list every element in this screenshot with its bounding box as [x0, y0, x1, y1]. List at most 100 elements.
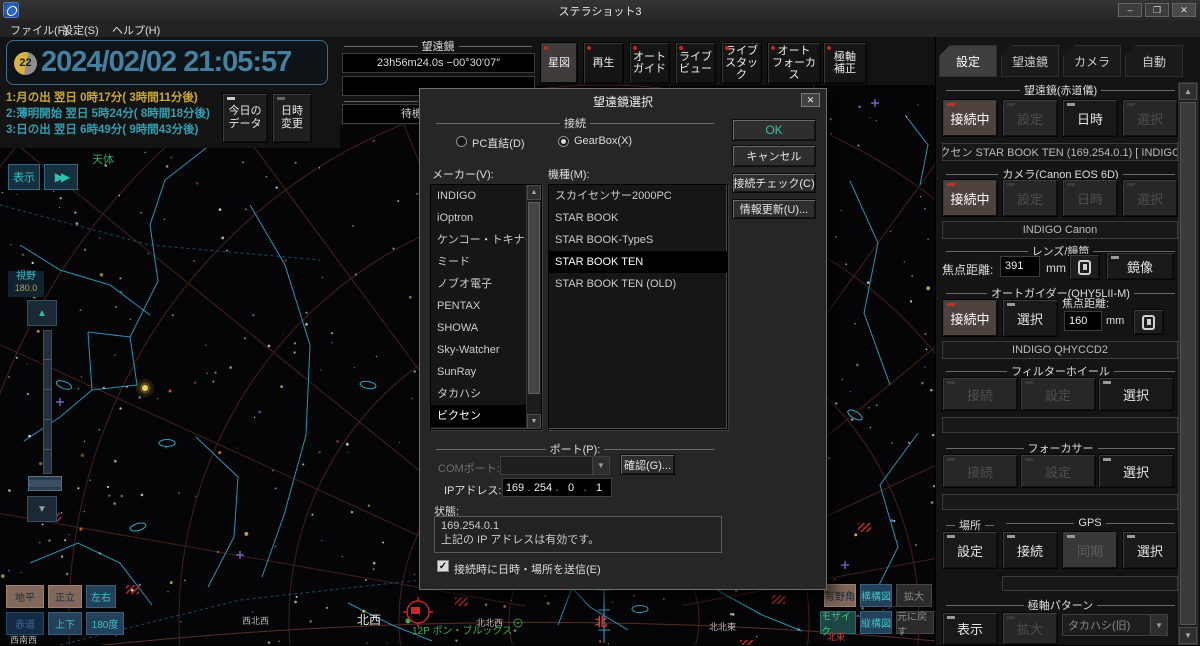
model-item[interactable]: STAR BOOK TEN (OLD) [549, 273, 727, 295]
guider-focal-input[interactable]: 160 [1064, 311, 1102, 331]
設定-button[interactable]: 設定 [942, 531, 998, 569]
frame-button-1[interactable]: 横構図 [860, 584, 892, 607]
ip-address-input[interactable]: 169.254.0.1 [502, 478, 612, 497]
frame-button-2[interactable]: 拡大 [896, 584, 932, 607]
frame-button-5[interactable]: 元に戻す [896, 611, 934, 634]
today-data-button[interactable]: 今日のデータ [222, 93, 268, 143]
toolbar-button-2[interactable]: オートガイド [629, 42, 670, 84]
fast-forward-button[interactable]: ▶▶ [44, 164, 78, 190]
tab-1[interactable]: 望遠鏡 [1001, 45, 1059, 77]
connection-check-button[interactable]: 接続チェック(C) [732, 173, 816, 193]
zoom-in-button[interactable]: ▲ [27, 300, 57, 326]
radio-label[interactable]: GearBox(X) [574, 135, 632, 147]
maker-item[interactable]: ケンコー・トキナー [431, 229, 541, 251]
tab-2[interactable]: カメラ [1063, 45, 1121, 77]
ok-button[interactable]: OK [732, 119, 816, 141]
confirm-button[interactable]: 確認(G)... [620, 454, 675, 475]
日時-button[interactable]: 日時 [1062, 99, 1118, 137]
view-button-3[interactable]: 赤道 [6, 612, 44, 635]
scroll-down-button[interactable]: ▼ [1179, 627, 1197, 644]
polar-pattern-dropdown[interactable]: タカハシ(旧)▼ [1062, 614, 1168, 636]
sky-display-button[interactable]: 表示 [8, 164, 40, 190]
接続-button[interactable]: 接続 [1002, 531, 1058, 569]
view-button-5[interactable]: 180度 [86, 612, 124, 635]
model-item[interactable]: STAR BOOK [549, 207, 727, 229]
toolbar-button-3[interactable]: ライブビュー [675, 42, 716, 84]
frame-button-4[interactable]: 縦構図 [860, 611, 892, 634]
focal-calc-button[interactable] [1069, 254, 1100, 280]
toolbar-star-chart[interactable]: 星図 [540, 42, 578, 84]
button-led [1025, 458, 1033, 461]
restore-button[interactable]: ❐ [1145, 3, 1169, 17]
button-led [947, 458, 955, 461]
list-scroll-down-icon[interactable]: ▼ [527, 414, 541, 429]
change-datetime-button[interactable]: 日時変更 [272, 93, 312, 143]
選択-button[interactable]: 選択 [1098, 454, 1174, 488]
fov-slider-handle[interactable] [28, 476, 62, 491]
panel-scrollbar[interactable]: ▲ ▼ [1178, 82, 1198, 645]
maker-item[interactable]: INDIGO [431, 185, 541, 207]
menu-help[interactable]: ヘルプ(H) [112, 22, 160, 38]
maker-item[interactable]: ミード [431, 251, 541, 273]
maker-item[interactable]: Sky-Watcher [431, 339, 541, 361]
radio-label[interactable]: PC直結(D) [472, 135, 525, 151]
maker-item[interactable]: ビクセン [431, 405, 541, 427]
maker-item[interactable]: PENTAX [431, 295, 541, 317]
model-item[interactable]: STAR BOOK TEN [549, 251, 727, 273]
com-port-dropdown[interactable]: ▼ [500, 456, 610, 475]
model-item[interactable]: STAR BOOK-TypeS [549, 229, 727, 251]
minimize-button[interactable]: – [1118, 3, 1142, 17]
ip-segment[interactable]: 1 [587, 482, 611, 494]
scroll-up-button[interactable]: ▲ [1179, 83, 1197, 100]
view-button-1[interactable]: 正立 [48, 585, 82, 608]
ip-segment[interactable]: 169 [503, 482, 527, 494]
maker-item[interactable]: iOptron [431, 207, 541, 229]
guider-focal-calc-button[interactable] [1133, 309, 1164, 335]
lens-focal-input[interactable]: 391 [1000, 256, 1040, 277]
menu-settings[interactable]: 設定(S) [62, 22, 99, 38]
toolbar-button-1[interactable]: 再生 [583, 42, 624, 84]
接続中-button[interactable]: 接続中 [942, 99, 998, 137]
menu-file[interactable]: ファイル(F) [10, 22, 68, 38]
maker-item[interactable]: ノブオ電子 [431, 273, 541, 295]
tab-0[interactable]: 設定 [939, 45, 997, 77]
info-update-button[interactable]: 情報更新(U)... [732, 199, 816, 219]
list-scroll-thumb[interactable] [528, 202, 540, 394]
toolbar-button-4[interactable]: ライブスタック [721, 42, 762, 84]
model-item[interactable]: スカイセンサー2000PC [549, 185, 727, 207]
model-list[interactable]: スカイセンサー2000PCSTAR BOOKSTAR BOOK-TypeSSTA… [548, 184, 728, 430]
toolbar-button-6[interactable]: 極軸補正 [823, 42, 867, 84]
拡大-button: 拡大 [1002, 612, 1058, 645]
maker-list-scrollbar[interactable]: ▲ ▼ [526, 185, 541, 429]
view-button-4[interactable]: 上下 [48, 612, 82, 635]
fov-slider-track[interactable] [43, 330, 52, 474]
tab-3[interactable]: 自動 [1125, 45, 1183, 77]
radio-checked-icon[interactable] [558, 136, 569, 147]
view-button-0[interactable]: 地平 [6, 585, 44, 608]
maker-list[interactable]: INDIGOiOptronケンコー・トキナーミードノブオ電子PENTAXSHOW… [430, 184, 542, 430]
list-scroll-up-icon[interactable]: ▲ [527, 185, 541, 200]
maker-item[interactable]: SHOWA [431, 317, 541, 339]
選択-button[interactable]: 選択 [1098, 377, 1174, 411]
send-datetime-checkbox[interactable]: ✓ [437, 560, 449, 572]
dialog-close-icon[interactable]: ✕ [801, 93, 820, 107]
鏡像-button[interactable]: 鏡像 [1106, 252, 1174, 280]
view-button-2[interactable]: 左右 [86, 585, 116, 608]
scrollbar-thumb[interactable] [1180, 102, 1196, 625]
選択-button[interactable]: 選択 [1002, 299, 1058, 337]
frame-button-0[interactable]: 写野角 [824, 584, 856, 607]
選択-button[interactable]: 選択 [1122, 531, 1178, 569]
ip-segment[interactable]: 0 [559, 482, 583, 494]
radio-unchecked-icon[interactable] [456, 136, 467, 147]
zoom-out-button[interactable]: ▼ [27, 496, 57, 522]
接続中-button[interactable]: 接続中 [942, 179, 998, 217]
ip-segment[interactable]: 254 [531, 482, 555, 494]
表示-button[interactable]: 表示 [942, 612, 998, 645]
maker-item[interactable]: SunRay [431, 361, 541, 383]
cancel-button[interactable]: キャンセル [732, 145, 816, 167]
close-button[interactable]: ✕ [1172, 3, 1196, 17]
clock-box[interactable]: 22 2024/02/02 21:05:57 [6, 40, 328, 85]
接続中-button[interactable]: 接続中 [942, 299, 998, 337]
maker-item[interactable]: タカハシ [431, 383, 541, 405]
toolbar-button-5[interactable]: オートフォーカス [767, 42, 821, 84]
